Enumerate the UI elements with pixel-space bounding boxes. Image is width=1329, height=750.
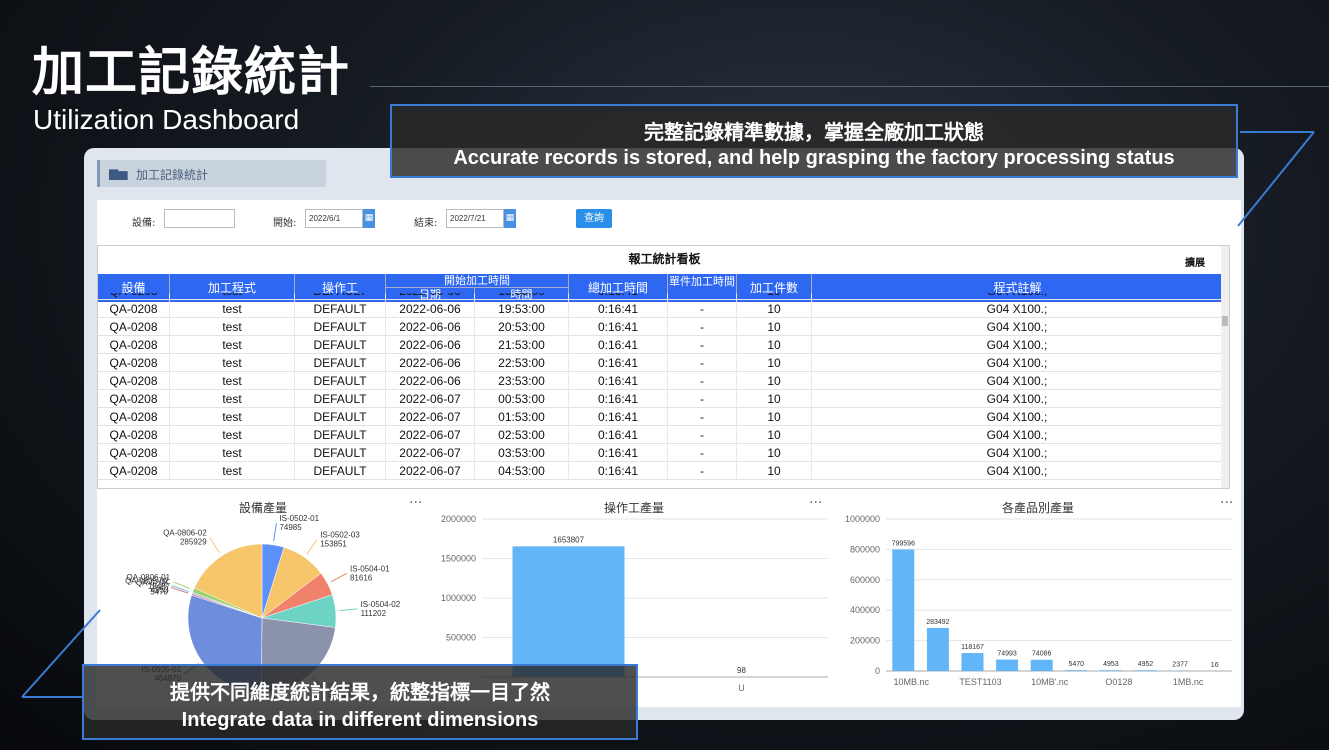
decor-lines: [21, 131, 1315, 698]
